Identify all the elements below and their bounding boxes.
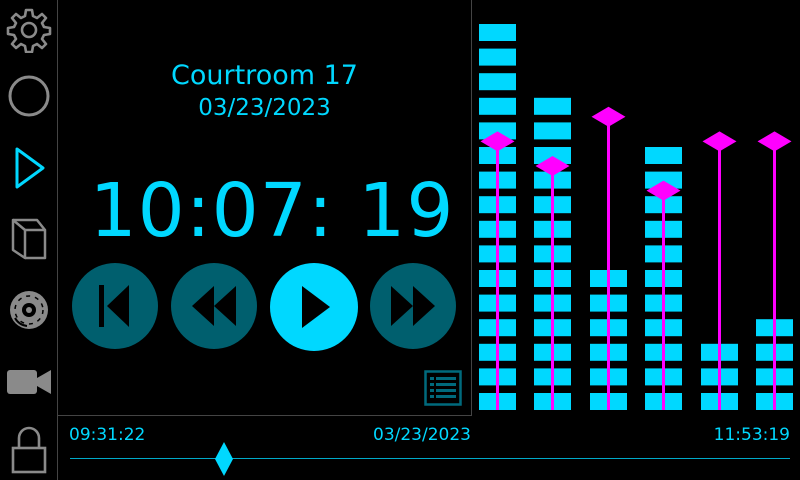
timeline-track[interactable] [70, 458, 790, 459]
playlist-button[interactable] [424, 370, 462, 406]
play-outline-icon [15, 147, 44, 189]
peak-marker [702, 131, 737, 152]
meter-segment [534, 122, 571, 140]
peak-line [607, 116, 610, 411]
timeline-end-time: 11:53:19 [713, 425, 790, 445]
page-title: Courtroom 17 [171, 60, 358, 91]
meter-segment [479, 97, 516, 115]
peak-marker [757, 131, 792, 152]
file-button[interactable] [0, 208, 57, 268]
meter-segment [645, 147, 682, 164]
list-icon [424, 370, 462, 406]
disc-button[interactable] [0, 280, 57, 340]
peak-line [496, 141, 499, 410]
recording-date: 03/23/2023 [198, 95, 331, 121]
clock-display: 10:07: 19 [89, 168, 455, 254]
sidebar [0, 0, 58, 480]
play-mode-button[interactable] [0, 138, 57, 198]
meter-segment [479, 48, 516, 66]
rewind-icon [192, 286, 236, 326]
lock-button[interactable] [0, 420, 57, 480]
skip-back-button[interactable] [72, 263, 158, 349]
peak-line [773, 141, 776, 410]
stop-button[interactable] [0, 66, 57, 126]
meter-channel [756, 131, 793, 410]
fast-forward-icon [391, 286, 435, 326]
video-camera-icon [6, 370, 51, 394]
meter-channel [534, 97, 571, 410]
peak-line [551, 166, 554, 410]
fast-forward-button[interactable] [370, 263, 456, 349]
play-button[interactable] [270, 263, 358, 351]
disc-icon [9, 291, 48, 329]
timeline: 09:31:22 03/23/2023 11:53:19 [58, 416, 800, 480]
skip-back-icon [99, 285, 129, 327]
gear-icon [6, 8, 51, 53]
timeline-date: 03/23/2023 [373, 425, 471, 445]
meter-channel [590, 106, 627, 411]
peak-line [662, 190, 665, 410]
meter-segment [534, 97, 571, 115]
video-button[interactable] [0, 352, 57, 412]
level-meter [479, 24, 793, 411]
meter-channel [645, 147, 682, 410]
peak-line [718, 141, 721, 410]
play-icon [302, 286, 330, 328]
timeline-scrubber-handle[interactable] [214, 442, 234, 476]
settings-button[interactable] [0, 0, 57, 60]
timeline-start-time: 09:31:22 [69, 425, 146, 445]
circle-icon [8, 75, 49, 117]
meter-channel [479, 24, 516, 410]
meter-segment [479, 24, 516, 41]
meter-segment [479, 73, 516, 91]
meter-channel [701, 131, 738, 410]
peak-marker [591, 106, 626, 127]
lock-icon [11, 426, 46, 474]
file-icon [11, 218, 46, 260]
rewind-button[interactable] [171, 263, 257, 349]
main-panel: Courtroom 17 03/23/2023 10:07: 19 [58, 0, 472, 416]
